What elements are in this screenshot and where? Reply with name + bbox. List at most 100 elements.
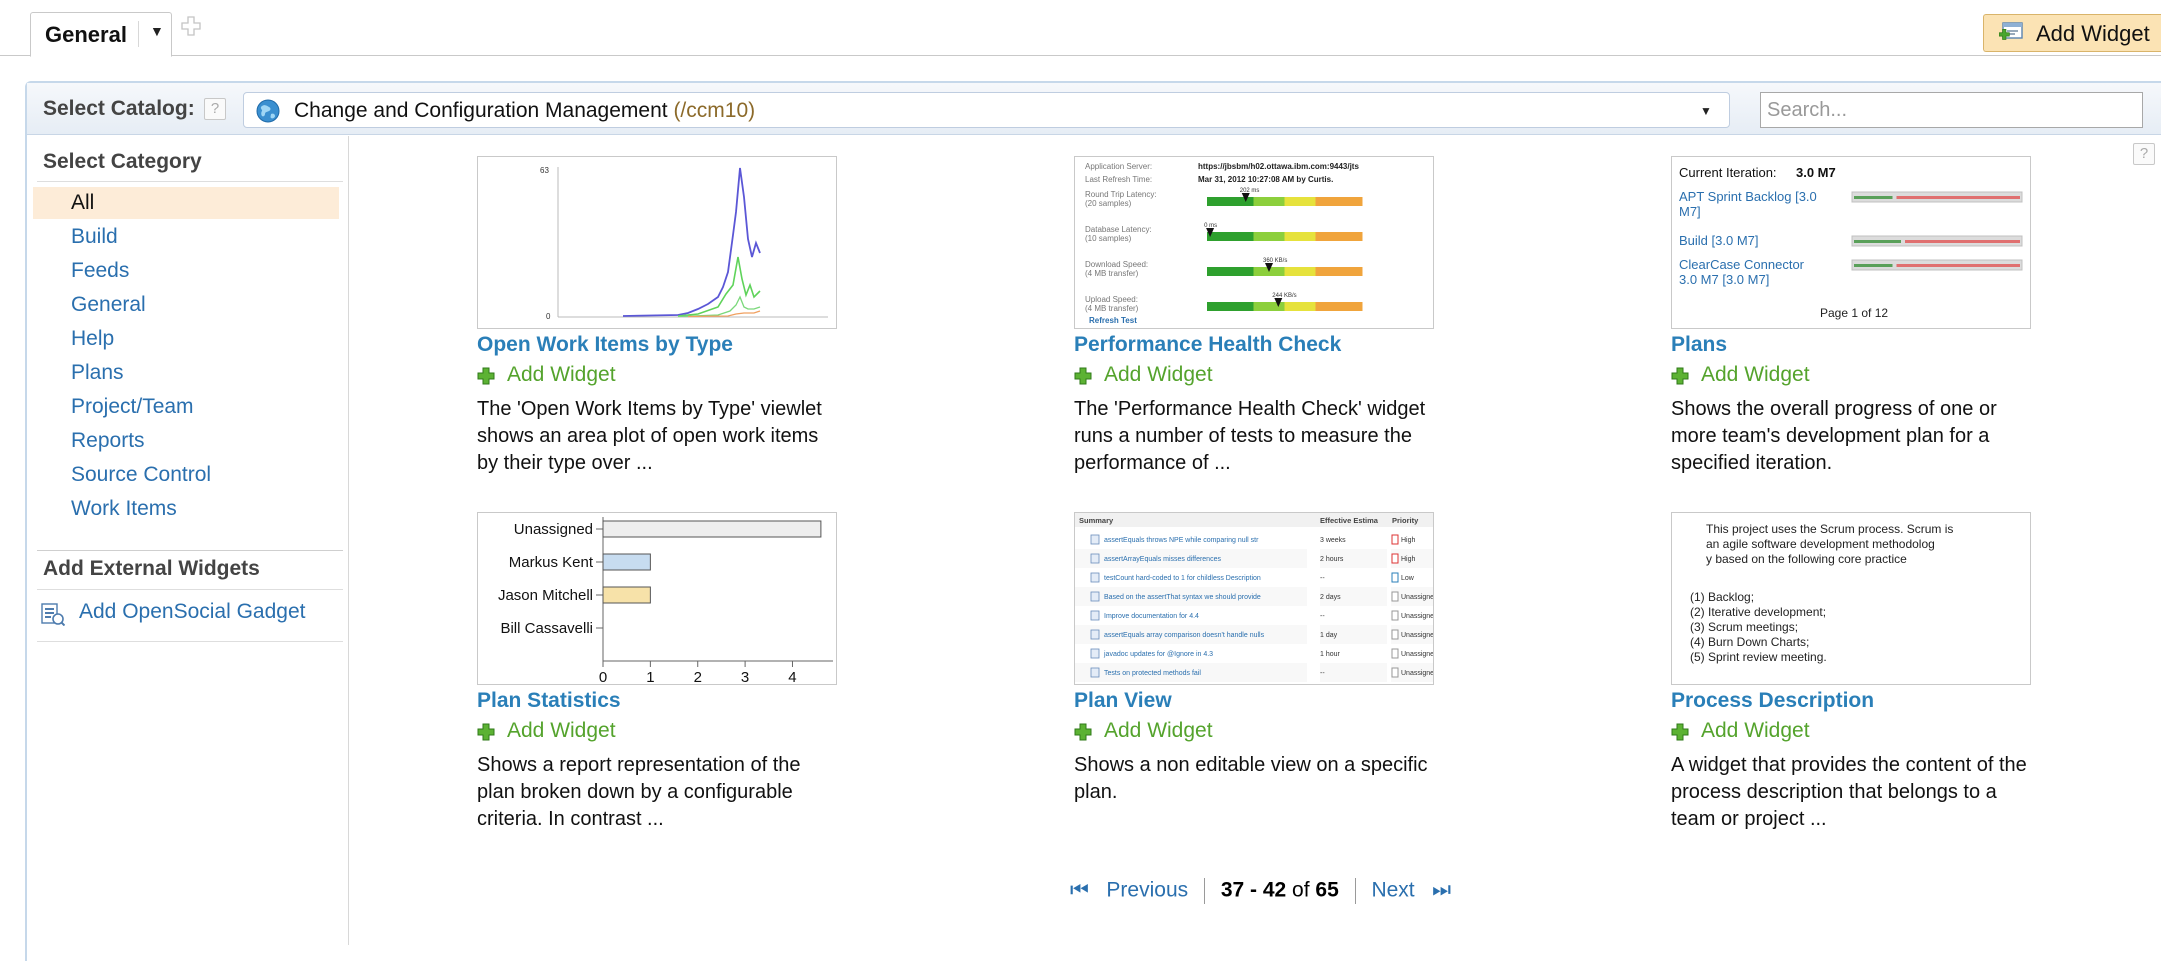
- sidebar-item-help[interactable]: Help: [33, 323, 339, 355]
- sidebar-item-reports[interactable]: Reports: [33, 425, 339, 457]
- gauge-segment: [1245, 302, 1254, 311]
- widget-preview[interactable]: Current Iteration: 3.0 M7 APT Sprint Backl…: [1671, 156, 2031, 329]
- widget-title[interactable]: Plans: [1671, 333, 1727, 357]
- plus-shape: [1074, 367, 1092, 385]
- gadget-icon: [41, 603, 65, 626]
- add-widget-button[interactable]: Add Widget: [1983, 14, 2161, 52]
- work-item-icon: [1090, 534, 1100, 545]
- search-input[interactable]: [1760, 92, 2143, 128]
- gauge-label: Upload Speed:: [1085, 295, 1138, 304]
- widget-card: 63 0 Open Work Items by Type Add Widget The …: [477, 156, 857, 496]
- sidebar-item-plans[interactable]: Plans: [33, 357, 339, 389]
- gauge-sublabel: (4 MB transfer): [1085, 269, 1139, 278]
- divider: [37, 641, 343, 642]
- priority-icon: [1391, 572, 1399, 583]
- plan-item-name: Build [3.0 M7]: [1679, 233, 1759, 248]
- process-practice: (1) Backlog;: [1690, 590, 1754, 604]
- widget-title[interactable]: Performance Health Check: [1074, 333, 1341, 357]
- gauge-segment: [1300, 267, 1309, 276]
- row-priority: High: [1401, 556, 1416, 563]
- row-summary: assertEquals array comparison doesn't ha…: [1104, 632, 1265, 639]
- priority-icon: [1391, 610, 1399, 621]
- divider: [37, 589, 343, 590]
- row-priority: Unassigned: [1401, 594, 1433, 601]
- widget-title[interactable]: Open Work Items by Type: [477, 333, 733, 357]
- plus-icon: [1671, 367, 1689, 385]
- previous-link[interactable]: Previous: [1106, 879, 1188, 902]
- priority-icon: [1391, 667, 1399, 678]
- plus-icon: [477, 367, 495, 385]
- widget-preview[interactable]: Unassigned Markus Kent Jason Mitchell Bill …: [477, 512, 837, 685]
- sidebar-item-source-control[interactable]: Source Control: [33, 459, 339, 491]
- next-link[interactable]: Next: [1371, 879, 1414, 902]
- gauge-segment: [1315, 267, 1324, 276]
- add-tab-icon[interactable]: [181, 16, 201, 36]
- gauge-segment: [1284, 232, 1293, 241]
- widget-preview[interactable]: 63 0: [477, 156, 837, 329]
- category-sidebar: Select Category All Build Feeds General Help…: [27, 136, 349, 945]
- tab-general[interactable]: General ▼: [30, 12, 172, 57]
- gauge-segment: [1284, 197, 1293, 206]
- gauge-segment: [1323, 197, 1332, 206]
- gauge-segment: [1338, 267, 1347, 276]
- gauge-segment: [1292, 232, 1301, 241]
- sidebar-item-build[interactable]: Build: [33, 221, 339, 253]
- info-value: https://jbsbm/h02.ottawa.ibm.com:9443/jt…: [1198, 162, 1359, 171]
- sidebar-item-work-items[interactable]: Work Items: [33, 493, 339, 525]
- catalog-select[interactable]: Change and Configuration Management (/cc…: [243, 92, 1730, 128]
- tab-menu-arrow-icon[interactable]: ▼: [150, 23, 164, 39]
- widget-title[interactable]: Process Description: [1671, 689, 1874, 713]
- widget-preview[interactable]: This project uses the Scrum process. Scr…: [1671, 512, 2031, 685]
- gauge-segment: [1253, 197, 1262, 206]
- gauge-segment: [1238, 232, 1247, 241]
- gauge-segment: [1222, 267, 1231, 276]
- last-page-icon[interactable]: ⏭: [1432, 879, 1451, 902]
- column-header: Priority: [1392, 516, 1419, 525]
- info-label: Last Refresh Time:: [1085, 175, 1152, 184]
- process-intro-line: This project uses the Scrum process. Scr…: [1706, 522, 1953, 536]
- sidebar-item-all[interactable]: All: [33, 187, 339, 219]
- gauge-reading: 202 ms: [1240, 188, 1260, 194]
- bar: [602, 520, 822, 538]
- widget-description: Shows a report representation of the pla…: [477, 754, 801, 830]
- gauge-segment: [1276, 197, 1285, 206]
- gauge-segment: [1230, 232, 1239, 241]
- widget-preview[interactable]: Summary Effective Estima Priority assertEqu…: [1074, 512, 1434, 685]
- plus-icon: [477, 723, 495, 741]
- plan-item-name-line: 3.0 M7 [3.0 M7]: [1679, 272, 1769, 287]
- first-page-icon[interactable]: ⏮: [1070, 879, 1089, 902]
- widget-title[interactable]: Plan View: [1074, 689, 1172, 713]
- progress-fill: [1854, 240, 1901, 243]
- widget-title[interactable]: Plan Statistics: [477, 689, 621, 713]
- add-widget-label: Add Widget: [2036, 21, 2150, 46]
- add-widget-label: Add Widget: [507, 719, 616, 742]
- progress-remaining: [1896, 264, 2020, 267]
- priority-icon: [1391, 591, 1399, 602]
- add-widget-label: Add Widget: [507, 363, 616, 386]
- sidebar-item-feeds[interactable]: Feeds: [33, 255, 339, 287]
- sidebar-item-project-team[interactable]: Project/Team: [33, 391, 339, 423]
- gauge-segment: [1354, 232, 1363, 241]
- gauge-segment: [1338, 197, 1347, 206]
- catalog-help-icon[interactable]: ?: [204, 98, 226, 120]
- table-header-bg: [1075, 513, 1433, 527]
- gauge-segment: [1338, 232, 1347, 241]
- plan-item-name: APT Sprint Backlog [3.0 M7]: [1679, 189, 1817, 219]
- catalog-name: Change and Configuration Management: [294, 99, 668, 122]
- sidebar-item-general[interactable]: General: [33, 289, 339, 321]
- preview-graphic: Application Server: https://jbsbm/h02.ott…: [1085, 162, 1363, 325]
- gauge-segment: [1315, 302, 1324, 311]
- tab-general-label: General: [45, 22, 127, 47]
- globe-icon: [256, 99, 280, 123]
- select-catalog-label: Select Catalog:: [43, 97, 195, 120]
- plus-icon: [1671, 723, 1689, 741]
- widget-preview[interactable]: Application Server: https://jbsbm/h02.ott…: [1074, 156, 1434, 329]
- catalog-bar: Select Catalog: ? Change and Configurati…: [27, 83, 2161, 135]
- chevron-down-icon: ▼: [1700, 104, 1712, 118]
- x-tick-label: 3: [741, 669, 749, 684]
- gauge-segment: [1222, 302, 1231, 311]
- plus-icon: [1074, 367, 1092, 385]
- preview-graphic: This project uses the Scrum process. Scr…: [1690, 522, 1953, 664]
- tab-divider: [138, 21, 139, 47]
- widget-help-icon[interactable]: ?: [2133, 143, 2155, 165]
